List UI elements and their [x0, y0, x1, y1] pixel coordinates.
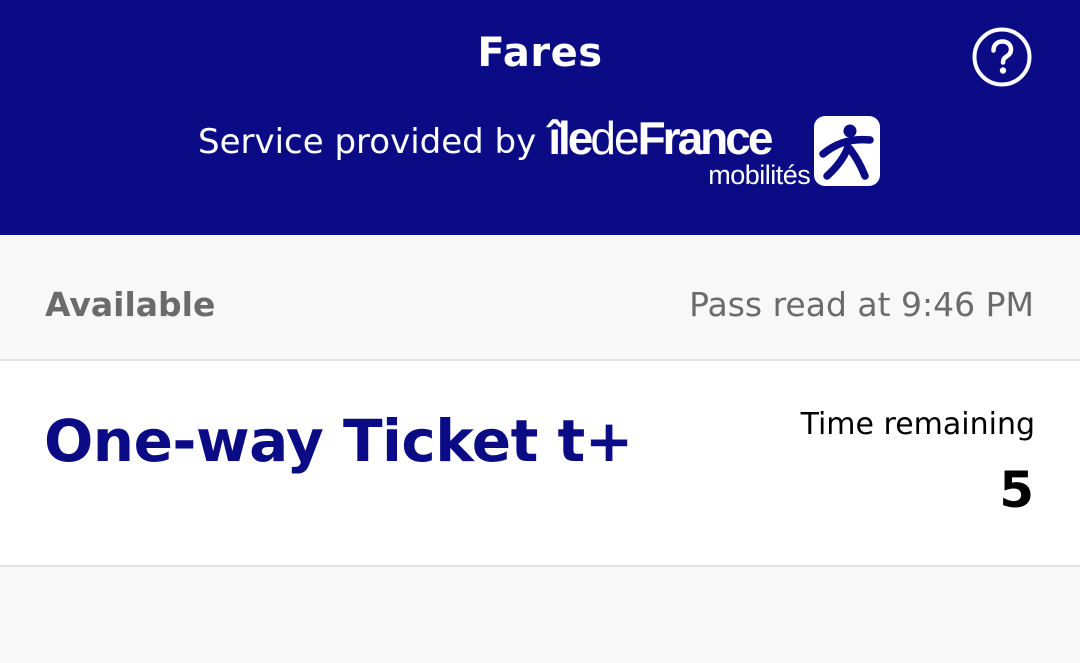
brand-france: France [637, 112, 774, 164]
help-button[interactable] [972, 27, 1032, 87]
pass-read-time: Pass read at 9:46 PM [689, 285, 1034, 324]
brand-subtitle: mobilités [708, 160, 811, 190]
time-remaining-label: Time remaining [800, 407, 1035, 442]
provider-line: Service provided by îledeFrance mobilité… [198, 112, 811, 193]
ticket-row[interactable]: One-way Ticket t+ Time remaining 5 [0, 361, 1080, 567]
page-title: Fares [477, 30, 603, 76]
time-remaining-value: 5 [999, 461, 1034, 519]
idfm-person-icon [819, 124, 874, 180]
header-bar: Fares Service provided by îledeFrance mo… [0, 0, 1080, 235]
question-circle-icon [972, 27, 1032, 87]
ticket-name: One-way Ticket t+ [44, 407, 633, 475]
brand-wordmark: îledeFrance mobilités [548, 112, 811, 190]
brand-de: de [590, 112, 639, 164]
pass-status-bar: Available Pass read at 9:46 PM [0, 235, 1080, 361]
availability-label: Available [45, 285, 216, 324]
empty-list-area [0, 567, 1080, 663]
brand-ile: île [548, 112, 593, 164]
brand-logo [814, 116, 880, 186]
provider-text: Service provided by [198, 122, 537, 162]
